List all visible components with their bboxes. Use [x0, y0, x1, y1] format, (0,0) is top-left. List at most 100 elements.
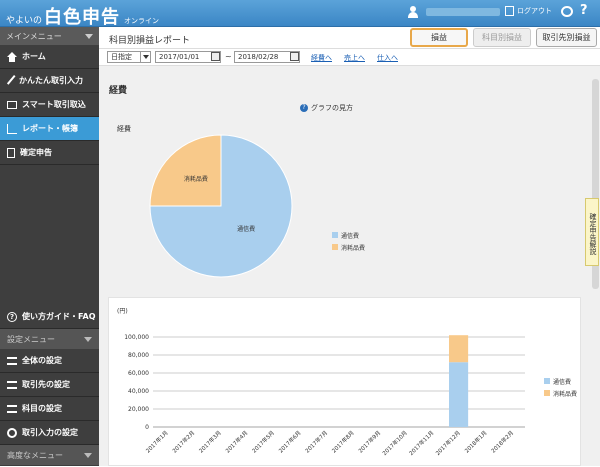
pie-chart: 経費通信費消耗品費通信費消耗品費: [117, 124, 365, 278]
pie-slice-label: 消耗品費: [184, 175, 208, 183]
sidebar-item-home[interactable]: ホーム: [0, 45, 99, 69]
period-select[interactable]: 日指定: [107, 51, 151, 63]
chevron-down-icon: [140, 52, 150, 62]
question-icon: ?: [300, 104, 308, 112]
date-separator: ~: [225, 52, 232, 61]
vertical-scrollbar[interactable]: [591, 67, 600, 466]
sidebar-item-partner-settings[interactable]: 取引先の設定: [0, 373, 99, 397]
sidebar-item-label: 使い方ガイド・FAQ: [22, 312, 96, 321]
pie-slice[interactable]: [149, 134, 222, 207]
report-content: 経費 ? グラフの見方 経費 通信費 消耗品費 通信費 消耗品費 (円) 0 20,000 4…: [99, 67, 591, 466]
sidebar-item-label: 取引入力の設定: [22, 428, 78, 437]
sidebar-item-easy-entry[interactable]: かんたん取引入力: [0, 69, 99, 93]
legend-swatch: [332, 232, 338, 238]
card-icon: [7, 100, 17, 109]
y-tick-label: 20,000: [128, 406, 149, 413]
logo-main-text: 白色申告: [44, 7, 121, 28]
tab-profit-loss[interactable]: 損益: [410, 28, 468, 47]
gear-icon: [7, 427, 17, 438]
user-menu[interactable]: [408, 6, 500, 18]
sidebar-item-reports[interactable]: レポート・帳簿: [0, 117, 99, 141]
x-tick-label: 2017年1月: [144, 429, 170, 455]
user-name-redacted: [426, 8, 500, 16]
main-menu-title: メインメニュー: [6, 31, 62, 41]
sidebar-item-label: 取引先の設定: [22, 380, 70, 389]
main-menu-header[interactable]: メインメニュー: [0, 27, 99, 45]
tab-by-partner[interactable]: 取引先別損益: [536, 28, 597, 47]
sidebar-item-general-settings[interactable]: 全体の設定: [0, 349, 99, 373]
document-icon: [7, 147, 15, 158]
x-tick-label: 2017年6月: [277, 429, 303, 455]
bar-chart-card: (円) 0 20,000 40,000 60,000 80,000 100,000 2017年…: [108, 297, 581, 466]
y-tick-label: 100,000: [124, 334, 149, 341]
settings-menu-title: 設定メニュー: [7, 334, 55, 344]
logo-sub-text: オンライン: [124, 17, 160, 25]
sidebar-item-label: 科目の設定: [22, 404, 62, 413]
x-tick-label: 2017年2月: [170, 429, 196, 455]
legend-label: 消耗品費: [341, 244, 365, 252]
logout-label: ログアウト: [517, 7, 552, 15]
period-select-value: 日指定: [111, 53, 132, 61]
logout-icon: [505, 6, 514, 16]
home-icon: [7, 51, 17, 62]
sidebar-item-guide-faq[interactable]: ? 使い方ガイド・FAQ: [0, 305, 99, 329]
sidebar-item-smart-import[interactable]: スマート取引取込: [0, 93, 99, 117]
question-circle-icon: ?: [7, 311, 17, 322]
graph-help-link[interactable]: ? グラフの見方: [300, 103, 353, 113]
y-tick-label: 40,000: [128, 388, 149, 395]
x-tick-label: 2018年1月: [463, 429, 489, 455]
calendar-icon[interactable]: [211, 52, 220, 61]
link-purchases[interactable]: 仕入へ: [377, 53, 398, 63]
page-title: 科目別損益レポート: [109, 36, 191, 46]
graph-help-label: グラフの見方: [311, 104, 353, 112]
sidebar-item-label: レポート・帳簿: [22, 124, 78, 133]
legend-swatch: [332, 244, 338, 250]
y-tick-label: 0: [145, 424, 149, 431]
sidebar-item-entry-settings[interactable]: 取引入力の設定: [0, 421, 99, 445]
y-tick-label: 60,000: [128, 370, 149, 377]
tax-guide-side-tab[interactable]: 確定申告解説: [585, 198, 599, 266]
legend-label: 消耗品費: [553, 390, 577, 398]
help-icon[interactable]: ?: [580, 3, 588, 18]
x-tick-label: 2017年10月: [381, 429, 409, 457]
logo-small-text: やよいの: [6, 16, 43, 26]
top-header: やよいの 白色申告 オンライン ログアウト ?: [0, 0, 600, 29]
x-tick-label: 2017年9月: [356, 429, 382, 455]
legend-swatch: [544, 378, 550, 384]
chart-icon: [7, 123, 17, 134]
pencil-icon: [6, 75, 18, 86]
user-icon: [408, 6, 418, 18]
advanced-menu-header[interactable]: 高度なメニュー: [0, 445, 99, 465]
bar-segment[interactable]: [449, 362, 469, 427]
legend-swatch: [544, 390, 550, 396]
x-tick-label: 2017年5月: [250, 429, 276, 455]
x-tick-label: 2017年7月: [303, 429, 329, 455]
settings-icon: [7, 356, 17, 365]
title-bar: 科目別損益レポート 損益 科目別損益 取引先別損益: [99, 27, 600, 49]
people-icon: [7, 380, 17, 389]
settings-menu-header[interactable]: 設定メニュー: [0, 329, 99, 349]
x-tick-label: 2017年12月: [434, 429, 462, 457]
y-tick-label: 80,000: [128, 352, 149, 359]
logout-button[interactable]: ログアウト: [505, 6, 552, 16]
x-tick-label: 2017年4月: [224, 429, 250, 455]
chevron-down-icon: [84, 452, 92, 458]
chevron-down-icon: [84, 336, 92, 342]
calendar-icon[interactable]: [290, 52, 299, 61]
tab-by-account[interactable]: 科目別損益: [473, 28, 531, 47]
bar-segment[interactable]: [449, 335, 469, 363]
pie-chart-title: 経費: [117, 124, 131, 133]
x-tick-label: 2018年2月: [489, 429, 515, 455]
bar-chart: (円) 0 20,000 40,000 60,000 80,000 100,000 2017年…: [117, 308, 577, 457]
chat-icon[interactable]: [561, 6, 573, 17]
sidebar-item-account-settings[interactable]: 科目の設定: [0, 397, 99, 421]
sidebar-item-tax-return[interactable]: 確定申告: [0, 141, 99, 165]
legend-label: 通信費: [553, 378, 571, 386]
link-expenses[interactable]: 経費へ: [311, 53, 332, 63]
link-sales[interactable]: 売上へ: [344, 53, 365, 63]
chevron-up-icon: [85, 33, 93, 39]
filter-bar: 日指定 2017/01/01 ~ 2018/02/28 経費へ 売上へ 仕入へ: [99, 49, 600, 66]
sidebar-item-label: 全体の設定: [22, 356, 62, 365]
app-logo[interactable]: やよいの 白色申告 オンライン: [6, 3, 159, 29]
